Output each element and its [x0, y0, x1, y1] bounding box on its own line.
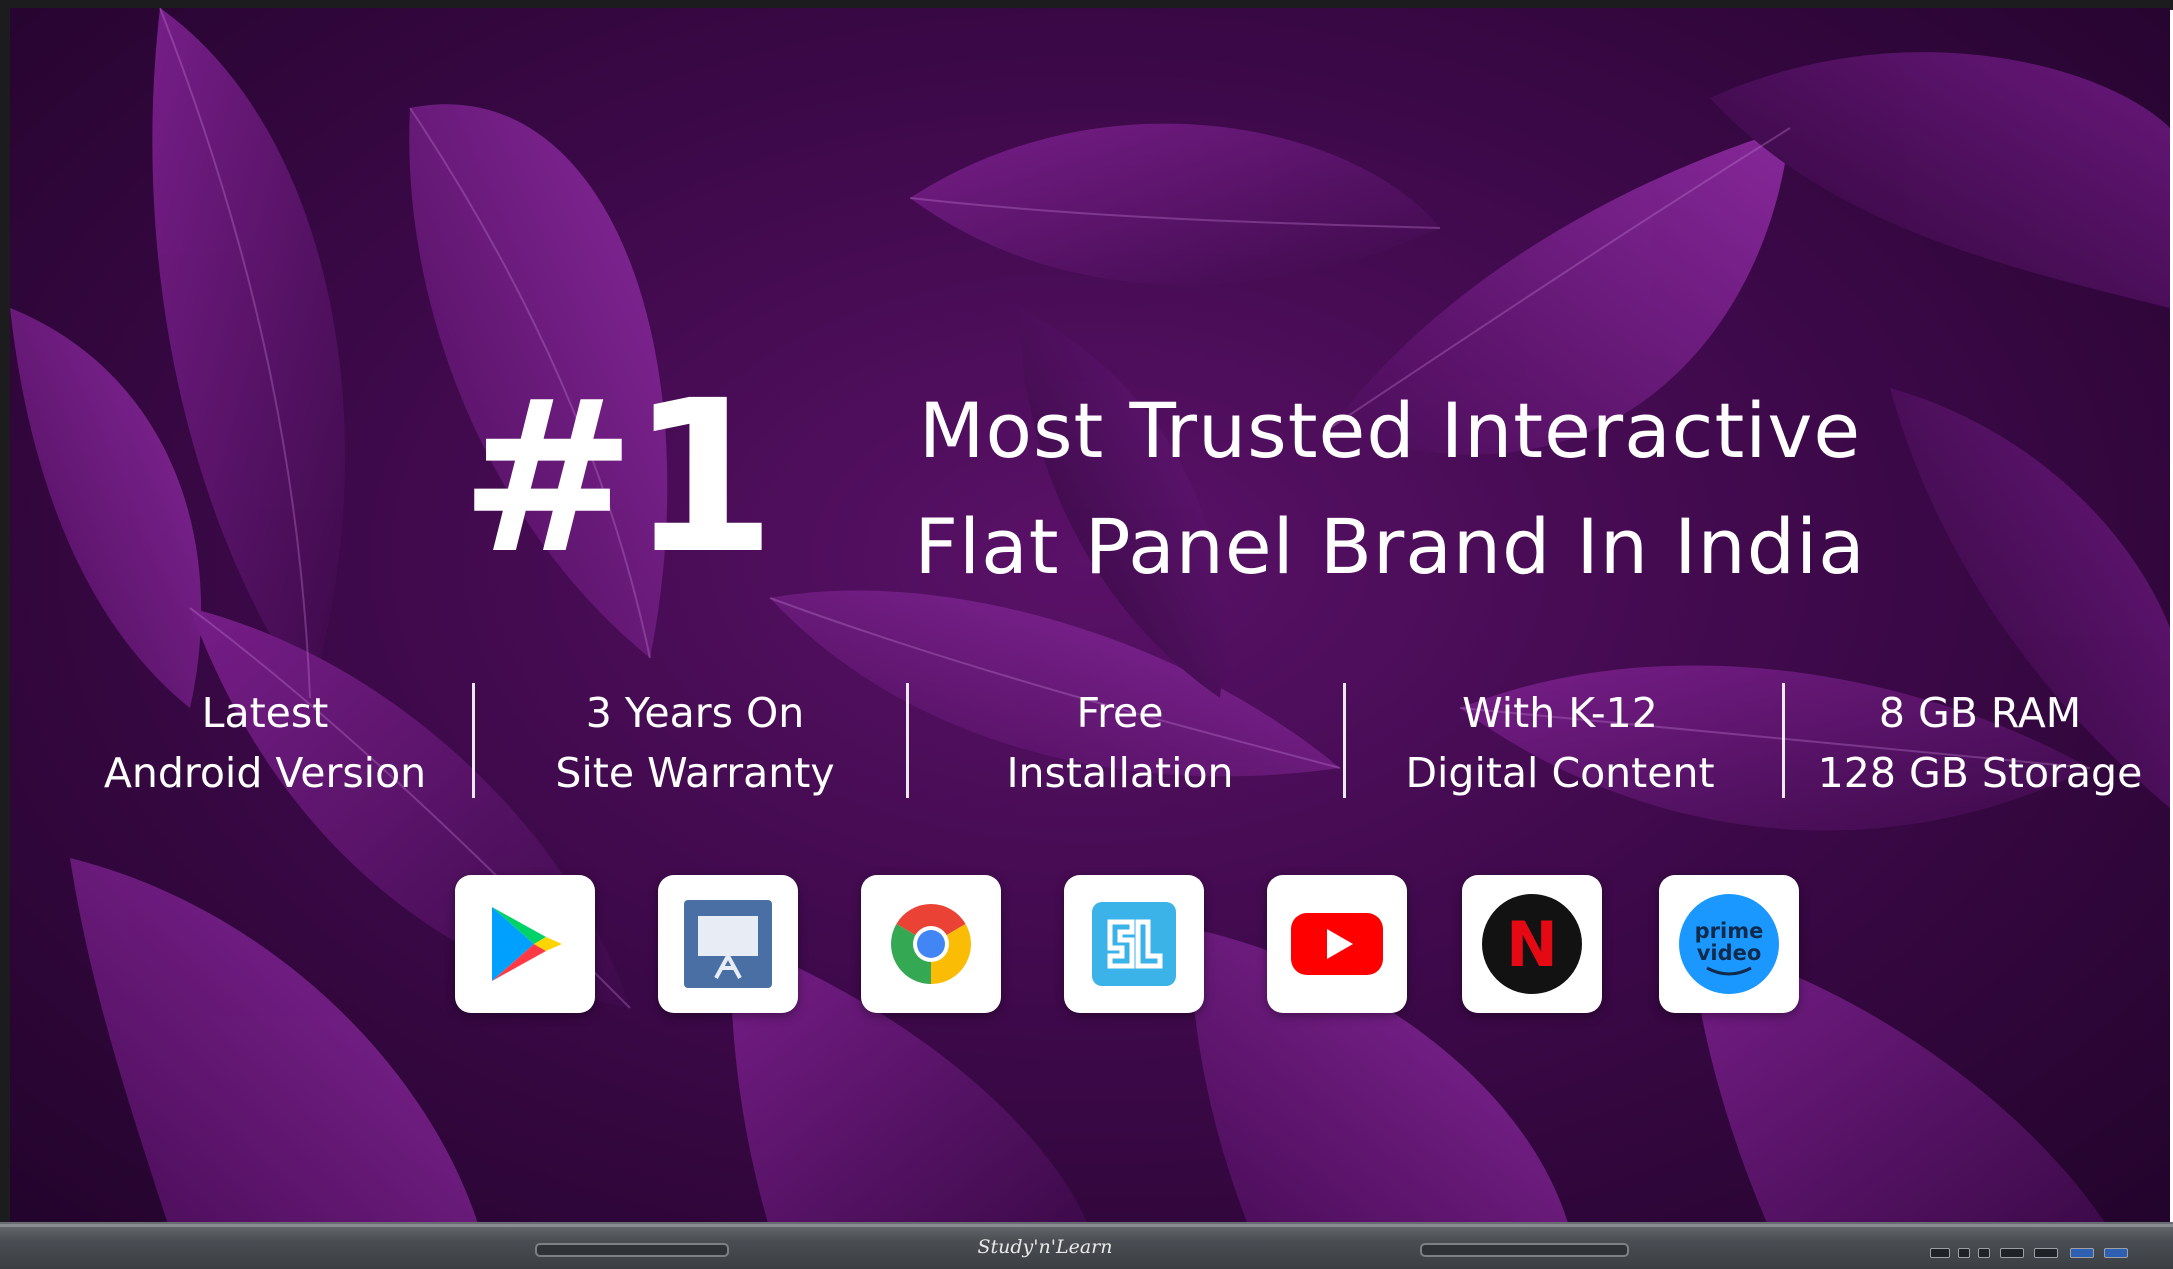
feature-memory-line-1: 8 GB RAM — [1878, 689, 2082, 737]
study-n-learn-app[interactable] — [1064, 875, 1204, 1013]
right-speaker-grille — [1420, 1243, 1629, 1257]
feature-android-line-2: Android Version — [103, 749, 427, 797]
chrome-icon — [891, 904, 971, 984]
feature-android-line-1: Latest — [201, 689, 329, 737]
feature-memory-line-2: 128 GB Storage — [1817, 749, 2143, 797]
bezel-edge — [0, 1224, 2173, 1227]
hdmi-port[interactable] — [2000, 1248, 2024, 1258]
feature-warranty: 3 Years On Site Warranty — [490, 673, 900, 813]
youtube-app[interactable] — [1267, 875, 1407, 1013]
interactive-flat-panel: #1 Most Trusted Interactive Flat Panel B… — [0, 0, 2173, 1269]
feature-content: With K-12 Digital Content — [1360, 673, 1760, 813]
headline-line-1: Most Trusted Interactive — [918, 386, 1862, 475]
feature-divider — [1782, 683, 1785, 798]
feature-installation-line-2: Installation — [1006, 749, 1234, 797]
youtube-icon — [1291, 913, 1383, 975]
app-icon-row: N prime video — [10, 875, 2170, 1020]
google-play-icon — [492, 907, 562, 981]
feature-divider — [906, 683, 909, 798]
display-screen: #1 Most Trusted Interactive Flat Panel B… — [10, 8, 2170, 1230]
headline-text: Most Trusted Interactive Flat Panel Bran… — [800, 373, 1980, 605]
usb-port[interactable] — [1930, 1248, 1950, 1258]
feature-warranty-line-1: 3 Years On — [585, 689, 805, 737]
prime-video-icon: prime video — [1679, 894, 1779, 994]
feature-warranty-line-2: Site Warranty — [555, 749, 835, 797]
feature-installation: Free Installation — [920, 673, 1320, 813]
left-bezel — [0, 0, 10, 1232]
feature-content-line-2: Digital Content — [1405, 749, 1715, 797]
rank-badge: #1 — [460, 355, 776, 600]
bezel-brand-logo: Study'n'Learn — [977, 1236, 1113, 1258]
usb3-port[interactable] — [2104, 1248, 2128, 1258]
prime-label: prime — [1695, 919, 1764, 943]
netflix-app[interactable]: N — [1462, 875, 1602, 1013]
feature-divider — [472, 683, 475, 798]
whiteboard-app[interactable] — [658, 875, 798, 1013]
feature-installation-line-1: Free — [1076, 689, 1164, 737]
netflix-icon: N — [1482, 894, 1582, 994]
feature-content-line-1: With K-12 — [1462, 689, 1658, 737]
chrome-app[interactable] — [861, 875, 1001, 1013]
netflix-letter: N — [1506, 908, 1558, 981]
left-speaker-grille — [535, 1243, 729, 1257]
audio-port[interactable] — [1958, 1248, 1970, 1258]
video-label: video — [1697, 941, 1762, 965]
feature-list: Latest Android Version 3 Years On Site W… — [10, 673, 2170, 813]
purple-leaves-background — [10, 8, 2170, 1230]
prime-video-app[interactable]: prime video — [1659, 875, 1799, 1013]
whiteboard-icon — [684, 900, 772, 988]
usb3-port[interactable] — [2070, 1248, 2094, 1258]
audio-port[interactable] — [1978, 1248, 1990, 1258]
feature-memory: 8 GB RAM 128 GB Storage — [1800, 673, 2160, 813]
usb-port[interactable] — [2034, 1248, 2058, 1258]
feature-divider — [1343, 683, 1346, 798]
headline-line-2: Flat Panel Brand In India — [914, 502, 1866, 591]
google-play-app[interactable] — [455, 875, 595, 1013]
headline: #1 Most Trusted Interactive Flat Panel B… — [460, 353, 1960, 613]
feature-android: Latest Android Version — [65, 673, 465, 813]
study-n-learn-icon — [1092, 902, 1176, 986]
front-ports — [1930, 1248, 2160, 1260]
